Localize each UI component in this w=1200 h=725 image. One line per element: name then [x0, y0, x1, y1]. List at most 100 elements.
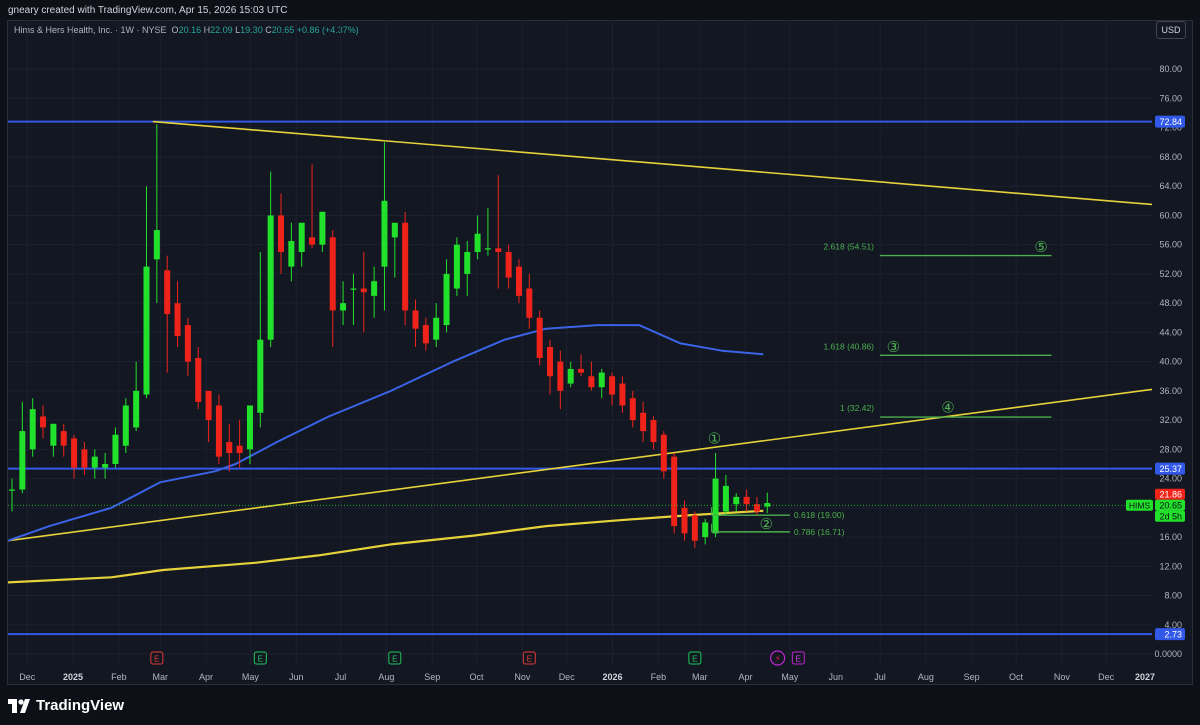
candle-body [547, 347, 554, 377]
candle-body [329, 237, 336, 311]
candle-body [691, 515, 698, 541]
y-tick-label: 8.00 [1164, 591, 1182, 601]
x-tick-label: May [242, 672, 260, 682]
earnings-event-label: E [258, 655, 263, 664]
candle-body [60, 431, 67, 446]
upper-trendline [152, 120, 1152, 206]
x-tick-label: Oct [470, 672, 485, 682]
candle-body [567, 368, 574, 384]
candle-body [753, 504, 760, 512]
candle-body [391, 222, 398, 238]
candle-body [205, 390, 212, 421]
x-tick-label: Jun [828, 672, 843, 682]
candle-body [122, 405, 129, 446]
x-tick-label: Nov [1054, 672, 1071, 682]
fib-level-label: 1.618 (40.86) [823, 341, 874, 351]
y-tick-label: 12.00 [1159, 561, 1182, 571]
y-tick-label: 16.00 [1159, 532, 1182, 542]
candle-body [19, 431, 26, 490]
x-tick-label: Mar [152, 672, 168, 682]
fib-level-label: 0.618 (19.00) [794, 510, 845, 520]
earnings-event-label: E [154, 655, 159, 664]
candle-body [143, 266, 150, 395]
x-tick-label: Feb [651, 672, 667, 682]
candle-body [133, 390, 140, 428]
candle-body [226, 442, 233, 454]
candle-body [40, 416, 47, 428]
x-tick-label: Jul [874, 672, 886, 682]
y-tick-label: 24.00 [1159, 474, 1182, 484]
x-tick-label: Dec [1098, 672, 1115, 682]
x-tick-label: May [781, 672, 799, 682]
x-tick-label: Jun [289, 672, 304, 682]
price-chart[interactable]: 2.618 (54.51) 1.618 (40.86) 1 (32.42) 0.618… [0, 0, 1200, 725]
candle-body [350, 288, 357, 290]
price-tag-label: 20.65 [1159, 501, 1182, 511]
candle-body [319, 211, 326, 245]
y-tick-label: 28.00 [1159, 444, 1182, 454]
candle-body [81, 449, 88, 468]
candle-body [443, 273, 450, 326]
candle-body [660, 434, 667, 472]
candle-body [112, 434, 119, 464]
candle-body [474, 233, 481, 252]
y-tick-label: 40.00 [1159, 357, 1182, 367]
candle-body [433, 317, 440, 340]
x-tick-label: Dec [559, 672, 576, 682]
price-tag-label: 72.84 [1159, 117, 1182, 127]
candle-body [360, 288, 367, 293]
price-tag-label: 25.37 [1159, 464, 1182, 474]
x-tick-label: Sep [424, 672, 440, 682]
candle-body [91, 456, 98, 468]
y-tick-label: 64.00 [1159, 181, 1182, 191]
candle-body [174, 303, 181, 337]
candle-body [71, 438, 78, 468]
wave-label: ⑤ [1034, 238, 1047, 256]
y-tick-label: 60.00 [1159, 210, 1182, 220]
tradingview-logo[interactable]: TradingView [8, 697, 124, 714]
candle-body [153, 230, 160, 260]
candle-body [412, 310, 419, 329]
price-tag-label: 2.73 [1164, 630, 1182, 640]
candle-body [495, 248, 502, 252]
candle-body [246, 405, 253, 450]
candle-body [288, 241, 295, 267]
x-tick-label: Mar [692, 672, 708, 682]
price-tag-label: 2d 5h [1159, 512, 1182, 522]
candle-body [557, 361, 564, 391]
candle-body [257, 339, 264, 413]
candle-body [650, 420, 657, 443]
wave-label: ④ [941, 399, 954, 417]
candle-body [309, 237, 316, 245]
candle-body [381, 200, 388, 267]
candle-body [371, 281, 378, 296]
split-event-label: ⚡ [774, 655, 780, 665]
candle-body [619, 383, 626, 406]
candle-body [278, 215, 285, 252]
y-tick-label: 48.00 [1159, 298, 1182, 308]
fib-level-label: 2.618 (54.51) [823, 242, 874, 252]
candle-body [712, 478, 719, 534]
y-tick-label: 32.00 [1159, 415, 1182, 425]
x-tick-label: Apr [739, 672, 753, 682]
y-tick-label: 56.00 [1159, 240, 1182, 250]
candle-body [515, 266, 522, 296]
candle-body [340, 303, 347, 311]
candle-body [702, 522, 709, 538]
earnings-event-label: E [692, 655, 697, 664]
candle-body [236, 445, 243, 454]
price-tag-label: 21.86 [1159, 490, 1182, 500]
candle-body [671, 456, 678, 527]
x-tick-label: Apr [199, 672, 213, 682]
candle-body [50, 423, 57, 446]
fib-level-label: 1 (32.42) [840, 403, 874, 413]
tradingview-logo-icon [8, 698, 30, 713]
candle-body [184, 325, 191, 362]
plot-layer [8, 120, 1152, 636]
lower-trendline [8, 388, 1152, 542]
candle-body [164, 270, 171, 315]
candle-body [640, 412, 647, 432]
y-tick-label: 68.00 [1159, 152, 1182, 162]
x-tick-label: 2026 [603, 672, 623, 682]
candle-body [29, 409, 36, 450]
